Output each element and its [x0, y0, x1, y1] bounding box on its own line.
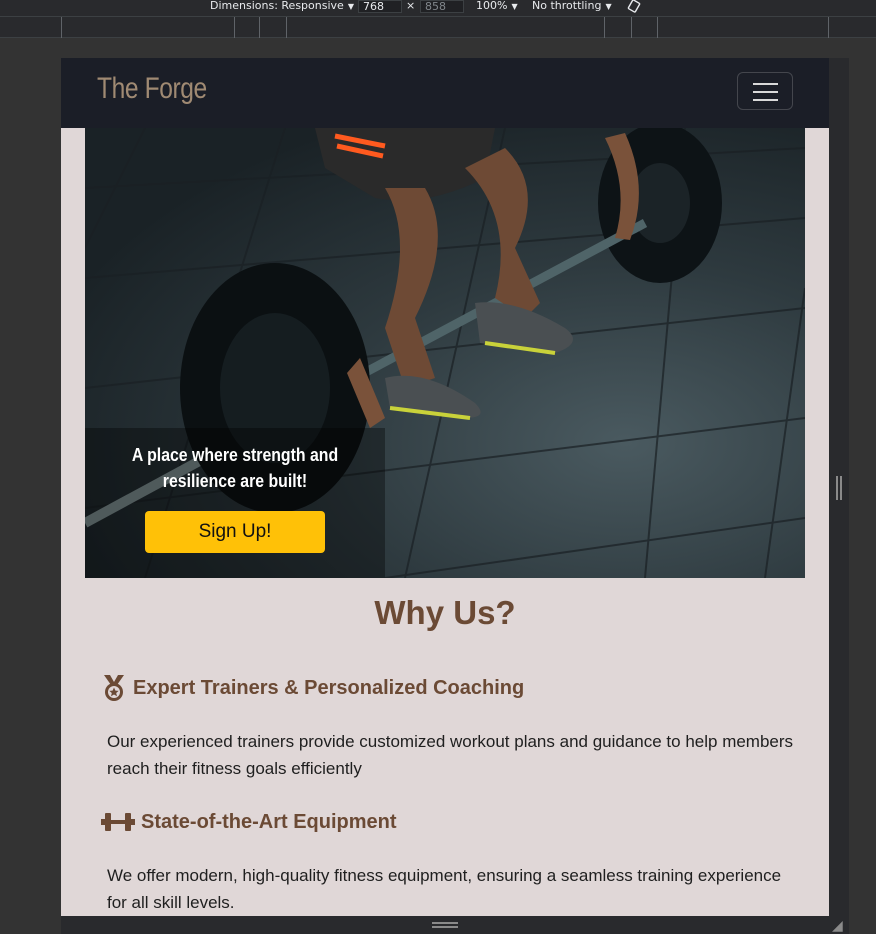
feature-title-text: State-of-the-Art Equipment — [141, 810, 397, 833]
throttling-label: No throttling — [532, 0, 602, 12]
navbar-toggler-button[interactable] — [737, 72, 793, 110]
zoom-dropdown[interactable]: 100% ▼ — [476, 0, 518, 16]
feature-title-trainers: Expert Trainers & Personalized Coaching — [101, 674, 524, 702]
chevron-down-icon: ▼ — [605, 2, 612, 11]
feature-text-trainers: Our experienced trainers provide customi… — [107, 732, 794, 778]
dumbbell-icon — [101, 810, 135, 834]
resize-handle-bottom[interactable] — [432, 922, 458, 928]
dimensions-label: Dimensions: Responsive — [210, 0, 344, 12]
page-viewport: The Forge A place where strength and res… — [61, 58, 829, 916]
resize-handle-right[interactable] — [836, 476, 842, 500]
devtools-toolbar: Dimensions: Responsive ▼ 768 × 858 100% ▼ … — [0, 0, 876, 16]
sign-up-button[interactable]: Sign Up! — [145, 511, 325, 553]
feature-title-text: Expert Trainers & Personalized Coaching — [133, 676, 525, 699]
dimensions-dropdown[interactable]: Dimensions: Responsive ▼ — [210, 0, 354, 16]
navbar: The Forge — [61, 58, 829, 128]
times-symbol: × — [406, 0, 416, 12]
feature-text-equipment: We offer modern, high-quality fitness eq… — [107, 866, 782, 912]
throttling-dropdown[interactable]: No throttling ▼ — [532, 0, 612, 16]
hero-image: A place where strength and resilience ar… — [85, 128, 805, 578]
hero-tagline: A place where strength and resilience ar… — [131, 445, 339, 491]
height-input[interactable]: 858 — [420, 0, 464, 13]
feature-title-equipment: State-of-the-Art Equipment — [101, 810, 397, 834]
media-query-ruler — [0, 16, 876, 38]
chevron-down-icon: ▼ — [347, 2, 354, 11]
width-input[interactable]: 768 — [358, 0, 402, 13]
why-us-title: Why Us? — [374, 594, 516, 631]
rotate-icon[interactable] — [626, 0, 642, 15]
medal-icon — [101, 674, 127, 702]
brand-logo[interactable]: The Forge — [97, 72, 207, 106]
resize-handle-corner-icon[interactable]: ◢ — [832, 918, 843, 934]
chevron-down-icon: ▼ — [511, 2, 518, 11]
hamburger-icon — [753, 83, 778, 85]
zoom-label: 100% — [476, 0, 508, 12]
